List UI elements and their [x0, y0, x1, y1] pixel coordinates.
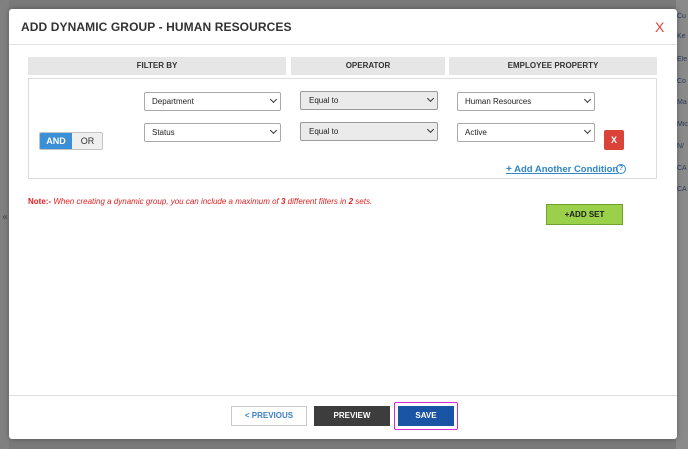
close-button[interactable]: X [655, 19, 664, 35]
filter-by-value: Department [152, 97, 194, 106]
employee-property-select[interactable]: Active [457, 123, 595, 142]
add-set-button[interactable]: +ADD SET [546, 204, 623, 225]
dialog-title: ADD DYNAMIC GROUP - HUMAN RESOURCES [21, 20, 292, 34]
and-or-toggle: AND OR [39, 132, 103, 150]
or-button[interactable]: OR [72, 133, 102, 149]
employee-property-select[interactable]: Human Resources [457, 92, 595, 111]
operator-select[interactable]: Equal to [300, 122, 438, 141]
employee-property-value: Human Resources [465, 97, 532, 106]
and-button[interactable]: AND [40, 133, 72, 149]
filter-by-select[interactable]: Department [144, 92, 281, 111]
chevron-down-icon [583, 126, 592, 135]
employee-property-value: Active [465, 128, 487, 137]
add-dynamic-group-dialog: ADD DYNAMIC GROUP - HUMAN RESOURCES X FI… [9, 9, 677, 439]
chevron-down-icon [269, 95, 278, 104]
group-limit-note: Note:- When creating a dynamic group, yo… [28, 197, 372, 206]
column-header-employee-property: EMPLOYEE PROPERTY [449, 57, 657, 75]
chevron-down-icon [426, 125, 435, 134]
operator-value: Equal to [309, 96, 339, 105]
background-list-item: Ke [677, 33, 686, 40]
chevron-down-icon [426, 94, 435, 103]
add-another-condition-label: Add Another Condition [514, 164, 619, 175]
note-text: When creating a dynamic group, you can i… [51, 197, 281, 206]
remove-condition-button[interactable]: X [604, 130, 624, 150]
help-icon[interactable]: ? [616, 164, 626, 174]
background-list-item: CA [677, 165, 687, 172]
background-list-item: N/ [677, 143, 684, 150]
previous-button[interactable]: < PREVIOUS [231, 406, 307, 426]
add-another-condition-link[interactable]: + Add Another Condition [506, 164, 618, 175]
note-prefix: Note:- [28, 197, 52, 206]
note-text: sets. [353, 197, 373, 206]
filter-by-select[interactable]: Status [144, 123, 281, 142]
background-list-item: CA [677, 186, 687, 193]
dialog-header: ADD DYNAMIC GROUP - HUMAN RESOURCES X [9, 9, 677, 45]
column-header-operator: OPERATOR [291, 57, 445, 75]
background-right-strip [676, 0, 688, 449]
background-list-item: Co [677, 78, 686, 85]
note-text: different filters in [285, 197, 349, 206]
filter-by-value: Status [152, 128, 175, 137]
operator-select[interactable]: Equal to [300, 91, 438, 110]
background-list-item: Mic [677, 121, 688, 128]
background-list-item: Cu [677, 13, 686, 20]
collapse-arrow-icon: « [2, 212, 9, 223]
background-list-item: Ele [677, 56, 688, 63]
background-list-item: Ma [677, 99, 687, 106]
plus-icon: + [506, 164, 512, 175]
column-header-filter-by: FILTER BY [28, 57, 286, 75]
chevron-down-icon [583, 95, 592, 104]
chevron-down-icon [269, 126, 278, 135]
background-left-strip [0, 0, 9, 449]
preview-button[interactable]: PREVIEW [314, 406, 390, 426]
operator-value: Equal to [309, 127, 339, 136]
save-button[interactable]: SAVE [398, 406, 454, 426]
add-set-label: ADD SET [569, 210, 605, 219]
